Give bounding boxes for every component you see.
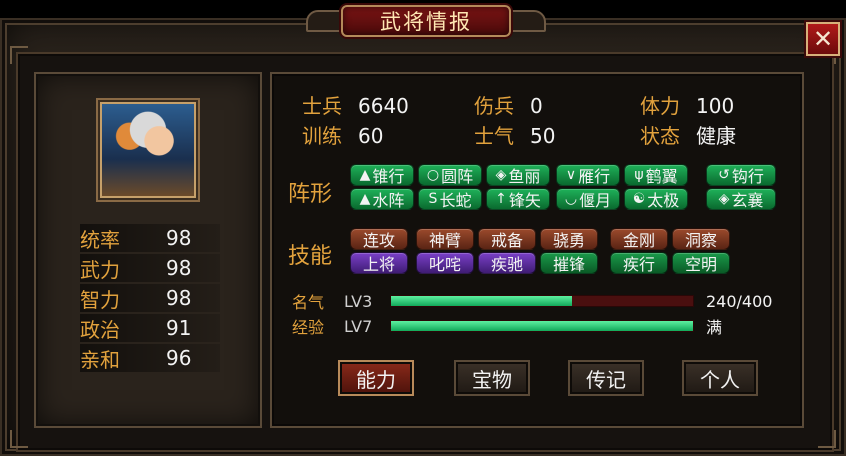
- formation-item[interactable]: ↺ 钩行: [706, 164, 776, 186]
- base-stat-label: 政治: [80, 317, 120, 342]
- formation-icon: ↺: [718, 167, 730, 183]
- exp-level: LV7: [344, 316, 373, 336]
- base-stat-value: 96: [166, 346, 192, 370]
- corner-ornament: [10, 430, 28, 448]
- skill-item[interactable]: 空明: [672, 252, 730, 274]
- formation-label: 阵形: [288, 182, 333, 207]
- base-stat-row: 武力 98: [80, 254, 191, 282]
- formation-name: 钩行: [731, 167, 764, 186]
- base-stat-label: 统率: [80, 227, 120, 252]
- stat-wounded: 伤兵 0: [474, 94, 543, 118]
- formation-item[interactable]: ∨ 雁行: [556, 164, 620, 186]
- formation-icon: ○: [426, 167, 440, 183]
- corner-ornament: [10, 46, 28, 64]
- formation-item[interactable]: ψ 鹤翼: [624, 164, 688, 186]
- formation-item[interactable]: ▲ 水阵: [350, 188, 414, 210]
- skill-item[interactable]: 叱咤: [416, 252, 474, 274]
- formation-name: 水阵: [372, 191, 405, 210]
- base-stat-row: 智力 98: [80, 284, 191, 312]
- tab-treasure[interactable]: 宝物: [454, 360, 530, 396]
- stat-training: 训练 60: [302, 124, 384, 148]
- formation-item[interactable]: S 长蛇: [418, 188, 482, 210]
- formation-item[interactable]: ◈ 鱼丽: [486, 164, 550, 186]
- skill-item[interactable]: 洞察: [672, 228, 730, 250]
- skill-item[interactable]: 戒备: [478, 228, 536, 250]
- general-portrait: [100, 102, 196, 198]
- formation-icon: ∨: [565, 167, 577, 183]
- base-stat-value: 98: [166, 226, 192, 250]
- window-title: 武将情报: [341, 5, 511, 37]
- exp-label: 经验: [292, 318, 325, 337]
- formation-icon: ↑: [495, 191, 507, 207]
- stat-soldiers: 士兵 6640: [302, 94, 409, 118]
- stat-stamina: 体力 100: [640, 94, 735, 118]
- formation-name: 锥行: [372, 167, 405, 186]
- base-stat-label: 智力: [80, 287, 120, 312]
- tab-personal[interactable]: 个人: [682, 360, 758, 396]
- formation-name: 玄襄: [731, 191, 764, 210]
- formation-item[interactable]: ▲ 锥行: [350, 164, 414, 186]
- formation-name: 圆阵: [441, 167, 474, 186]
- tab-biography[interactable]: 传记: [568, 360, 644, 396]
- base-stat-row: 统率 98: [80, 224, 191, 252]
- formation-name: 长蛇: [439, 191, 472, 210]
- skills-label: 技能: [288, 244, 333, 269]
- base-stat-value: 98: [166, 286, 192, 310]
- fame-bar: [390, 295, 694, 307]
- base-stat-label: 武力: [80, 257, 120, 282]
- base-stat-row: 政治 91: [80, 314, 191, 342]
- fame-text: 240/400: [706, 291, 773, 311]
- skill-item[interactable]: 疾驰: [478, 252, 536, 274]
- fame-level: LV3: [344, 291, 373, 311]
- close-button[interactable]: ✕: [806, 22, 840, 56]
- exp-bar: [390, 320, 694, 332]
- formation-name: 鱼丽: [508, 167, 541, 186]
- skill-item[interactable]: 骁勇: [540, 228, 598, 250]
- formation-item[interactable]: ○ 圆阵: [418, 164, 482, 186]
- corner-ornament: [818, 430, 836, 448]
- formation-item[interactable]: ☯ 太极: [624, 188, 688, 210]
- formation-name: 鹤翼: [645, 167, 678, 186]
- stat-morale: 士气 50: [474, 124, 556, 148]
- fame-row: 名气 LV3 240/400: [292, 290, 773, 313]
- fame-label: 名气: [292, 293, 325, 312]
- base-stat-row: 亲和 96: [80, 344, 191, 372]
- skill-item[interactable]: 神臂: [416, 228, 474, 250]
- formation-icon: ◡: [564, 191, 578, 207]
- formation-icon: ◈: [495, 167, 507, 183]
- stat-status: 状态 健康: [640, 124, 736, 148]
- formation-name: 太极: [647, 191, 680, 210]
- skill-item[interactable]: 上将: [350, 252, 408, 274]
- formation-icon: ▲: [359, 191, 371, 207]
- formation-item[interactable]: ◈ 玄襄: [706, 188, 776, 210]
- close-icon: ✕: [812, 25, 834, 53]
- skill-item[interactable]: 连攻: [350, 228, 408, 250]
- fame-fill: [391, 296, 573, 306]
- formation-icon: ψ: [634, 167, 644, 183]
- formation-name: 锋矢: [508, 191, 541, 210]
- tab-ability[interactable]: 能力: [338, 360, 414, 396]
- skill-item[interactable]: 金刚: [610, 228, 668, 250]
- exp-text: 满: [706, 318, 723, 337]
- exp-row: 经验 LV7 满: [292, 315, 723, 338]
- formation-icon: ▲: [359, 167, 371, 183]
- skill-item[interactable]: 摧锋: [540, 252, 598, 274]
- troop-stats: 士兵 6640 伤兵 0 体力 100 训练 60 士气 50 状态 健康: [302, 90, 782, 148]
- formation-name: 偃月: [579, 191, 612, 210]
- title-banner: 武将情报: [306, 4, 546, 38]
- formation-name: 雁行: [578, 167, 611, 186]
- formation-item[interactable]: ↑ 锋矢: [486, 188, 550, 210]
- base-stat-label: 亲和: [80, 347, 120, 372]
- formation-icon: S: [428, 191, 438, 207]
- exp-fill: [391, 321, 693, 331]
- formation-icon: ☯: [632, 191, 646, 207]
- base-stat-value: 98: [166, 256, 192, 280]
- skill-item[interactable]: 疾行: [610, 252, 668, 274]
- formation-icon: ◈: [718, 191, 730, 207]
- base-stat-value: 91: [166, 316, 192, 340]
- formation-item[interactable]: ◡ 偃月: [556, 188, 620, 210]
